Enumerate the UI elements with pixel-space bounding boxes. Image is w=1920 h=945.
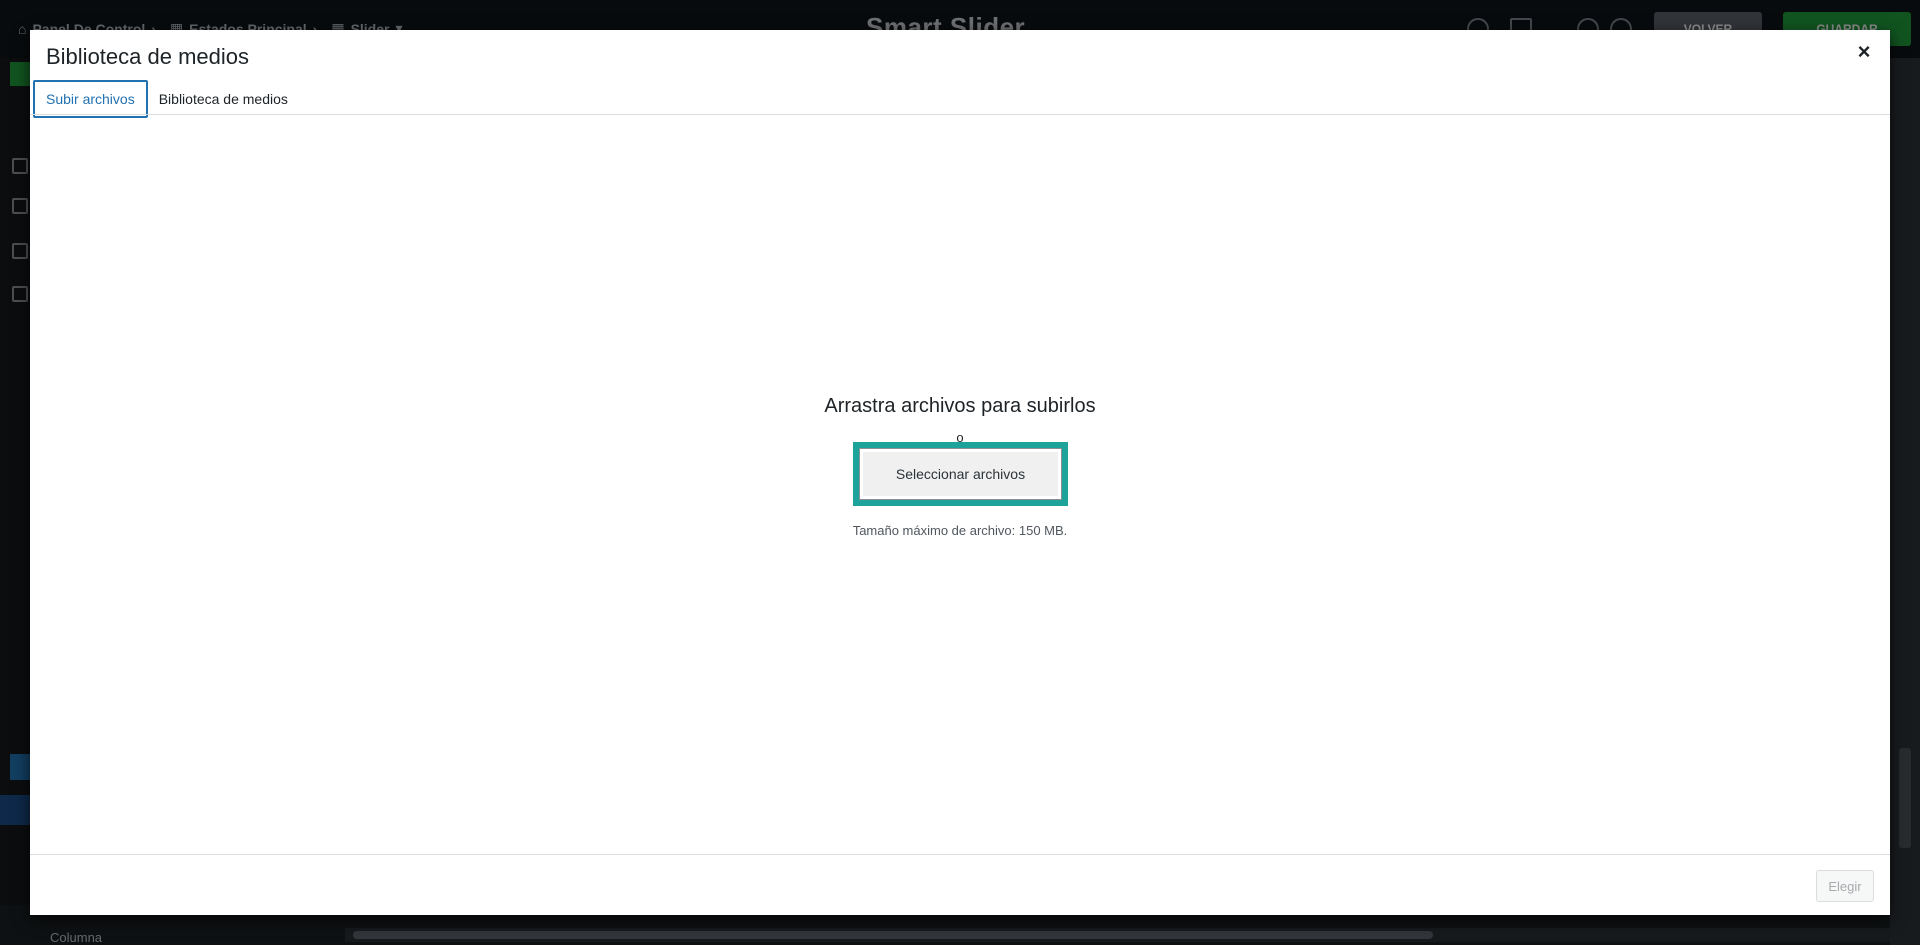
tab-media-library[interactable]: Biblioteca de medios <box>148 80 299 118</box>
upload-dropzone[interactable]: Arrastra archivos para subirlos o Selecc… <box>30 115 1890 855</box>
select-files-button[interactable]: Seleccionar archivos <box>859 448 1062 500</box>
drop-instructions: Arrastra archivos para subirlos <box>824 395 1096 417</box>
select-files-highlight: Seleccionar archivos <box>853 442 1068 506</box>
max-file-size-note: Tamaño máximo de archivo: 150 MB. <box>852 523 1068 538</box>
close-icon[interactable]: × <box>1846 34 1882 70</box>
tab-upload-files[interactable]: Subir archivos <box>33 80 148 118</box>
media-library-modal: Biblioteca de medios × Subir archivos Bi… <box>30 30 1890 915</box>
footer-divider <box>30 854 1890 855</box>
choose-button[interactable]: Elegir <box>1816 870 1874 902</box>
modal-title: Biblioteca de medios <box>46 44 250 69</box>
modal-tabs: Subir archivos Biblioteca de medios <box>33 80 299 118</box>
